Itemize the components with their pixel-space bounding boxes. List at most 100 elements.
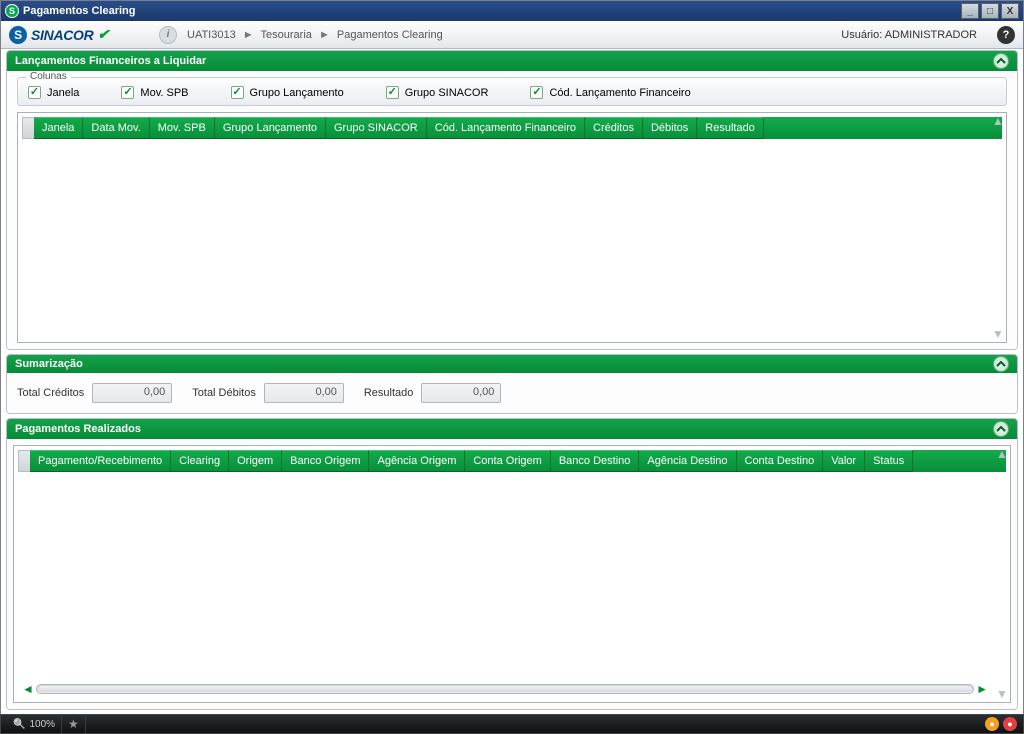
col-clearing[interactable]: Clearing [171,450,229,472]
panel-pagamentos-body: Pagamento/Recebimento Clearing Origem Ba… [7,439,1017,709]
panel-sumarizacao-body: Total Créditos 0,00 Total Débitos 0,00 R… [7,373,1017,413]
col-mov-spb[interactable]: Mov. SPB [150,117,215,139]
help-icon[interactable]: ? [997,26,1015,44]
header-bar: S SINACOR ✔ i UATI3013 ► Tesouraria ► Pa… [1,21,1023,49]
scroll-right-icon[interactable]: ► [974,682,990,696]
logo-swoosh-icon: ✔ [97,26,108,43]
summary-total-debitos: Total Débitos 0,00 [192,383,344,403]
colunas-fieldset: Colunas Janela Mov. SPB Grupo Lançamento… [17,77,1007,106]
panel-pagamentos: Pagamentos Realizados Pagamento/Recebime… [6,418,1018,710]
minimize-button[interactable]: _ [961,3,979,19]
summary-resultado: Resultado 0,00 [364,383,502,403]
checkbox-grupo-sinacor[interactable]: Grupo SINACOR [386,86,489,99]
panel-lancamentos-header: Lançamentos Financeiros a Liquidar [7,51,1017,71]
col-conta-origem[interactable]: Conta Origem [465,450,550,472]
panel-pagamentos-title: Pagamentos Realizados [15,423,993,435]
col-banco-destino[interactable]: Banco Destino [551,450,640,472]
grid-corner[interactable] [22,117,34,139]
status-bar: 100% ★ ● ● [0,714,1024,734]
col-origem[interactable]: Origem [229,450,282,472]
vertical-scrollbar[interactable]: ▲ ▼ [991,115,1005,340]
horizontal-scrollbar[interactable]: ◄ ► [20,682,990,696]
col-agencia-destino[interactable]: Agência Destino [639,450,736,472]
zoom-value: 100% [29,719,55,730]
user-label: Usuário: ADMINISTRADOR [841,29,977,41]
scroll-down-icon[interactable]: ▼ [995,688,1009,700]
col-valor[interactable]: Valor [823,450,865,472]
scroll-left-icon[interactable]: ◄ [20,682,36,696]
total-creditos-label: Total Créditos [17,387,84,399]
notification-icon[interactable]: ● [985,717,999,731]
zoom-control[interactable]: 100% [7,715,62,733]
scroll-up-icon[interactable]: ▲ [991,115,1005,127]
col-banco-origem[interactable]: Banco Origem [282,450,369,472]
checkbox-mov-spb[interactable]: Mov. SPB [121,86,188,99]
col-pagamento-recebimento[interactable]: Pagamento/Recebimento [30,450,171,472]
checkbox-grupo-lancamento[interactable]: Grupo Lançamento [231,86,344,99]
scroll-thumb[interactable] [39,686,971,692]
logo: S SINACOR ✔ [9,26,159,44]
breadcrumb-sep-icon: ► [243,29,254,41]
user-name: ADMINISTRADOR [885,29,977,41]
panel-lancamentos-title: Lançamentos Financeiros a Liquidar [15,55,993,67]
close-button[interactable]: X [1001,3,1019,19]
checkbox-icon [121,86,134,99]
logo-text: SINACOR [31,27,93,43]
collapse-button[interactable] [993,421,1009,437]
vertical-scrollbar[interactable]: ▲ ▼ [995,448,1009,700]
grid-lancamentos-header: Janela Data Mov. Mov. SPB Grupo Lançamen… [22,117,1002,139]
checkbox-icon [530,86,543,99]
window-titlebar: S Pagamentos Clearing _ □ X [1,1,1023,21]
col-cod-lancamento[interactable]: Cód. Lançamento Financeiro [427,117,585,139]
summary-row: Total Créditos 0,00 Total Débitos 0,00 R… [17,379,1007,407]
checkbox-icon [386,86,399,99]
favorite-button[interactable]: ★ [62,715,86,733]
maximize-button[interactable]: □ [981,3,999,19]
grid-pagamentos[interactable]: Pagamento/Recebimento Clearing Origem Ba… [13,445,1011,703]
breadcrumb-item-1[interactable]: Tesouraria [261,29,312,41]
breadcrumb-item-2[interactable]: Pagamentos Clearing [337,29,443,41]
collapse-button[interactable] [993,53,1009,69]
scroll-track[interactable] [36,684,974,694]
info-icon[interactable]: i [159,26,177,44]
col-data-mov[interactable]: Data Mov. [83,117,149,139]
breadcrumb-item-0[interactable]: UATI3013 [187,29,236,41]
alert-icon[interactable]: ● [1003,717,1017,731]
grid-pagamentos-header: Pagamento/Recebimento Clearing Origem Ba… [18,450,1006,472]
total-creditos-field: 0,00 [92,383,172,403]
window-controls: _ □ X [961,3,1019,19]
col-resultado[interactable]: Resultado [697,117,764,139]
resultado-field: 0,00 [421,383,501,403]
resultado-label: Resultado [364,387,414,399]
col-debitos[interactable]: Débitos [643,117,697,139]
panel-lancamentos-body: Colunas Janela Mov. SPB Grupo Lançamento… [7,71,1017,349]
total-debitos-label: Total Débitos [192,387,256,399]
collapse-button[interactable] [993,356,1009,372]
col-status[interactable]: Status [865,450,913,472]
breadcrumb: UATI3013 ► Tesouraria ► Pagamentos Clear… [187,29,841,41]
zoom-icon [13,719,25,730]
col-agencia-origem[interactable]: Agência Origem [369,450,465,472]
col-grupo-lancamento[interactable]: Grupo Lançamento [215,117,326,139]
col-grupo-sinacor[interactable]: Grupo SINACOR [326,117,427,139]
col-conta-destino[interactable]: Conta Destino [737,450,824,472]
grid-corner[interactable] [18,450,30,472]
content-area: Lançamentos Financeiros a Liquidar Colun… [2,48,1022,712]
panel-sumarizacao: Sumarização Total Créditos 0,00 Total Dé… [6,354,1018,414]
scroll-up-icon[interactable]: ▲ [995,448,1009,460]
grid-lancamentos[interactable]: Janela Data Mov. Mov. SPB Grupo Lançamen… [17,112,1007,343]
total-debitos-field: 0,00 [264,383,344,403]
panel-sumarizacao-title: Sumarização [15,358,993,370]
breadcrumb-sep-icon: ► [319,29,330,41]
checkbox-row: Janela Mov. SPB Grupo Lançamento Grupo S… [28,86,996,99]
panel-sumarizacao-header: Sumarização [7,355,1017,373]
status-right: ● ● [985,717,1017,731]
checkbox-janela[interactable]: Janela [28,86,79,99]
logo-icon: S [9,26,27,44]
checkbox-cod-lancamento[interactable]: Cód. Lançamento Financeiro [530,86,690,99]
col-creditos[interactable]: Créditos [585,117,643,139]
panel-lancamentos: Lançamentos Financeiros a Liquidar Colun… [6,50,1018,350]
star-icon: ★ [68,717,79,731]
col-janela[interactable]: Janela [34,117,83,139]
scroll-down-icon[interactable]: ▼ [991,328,1005,340]
